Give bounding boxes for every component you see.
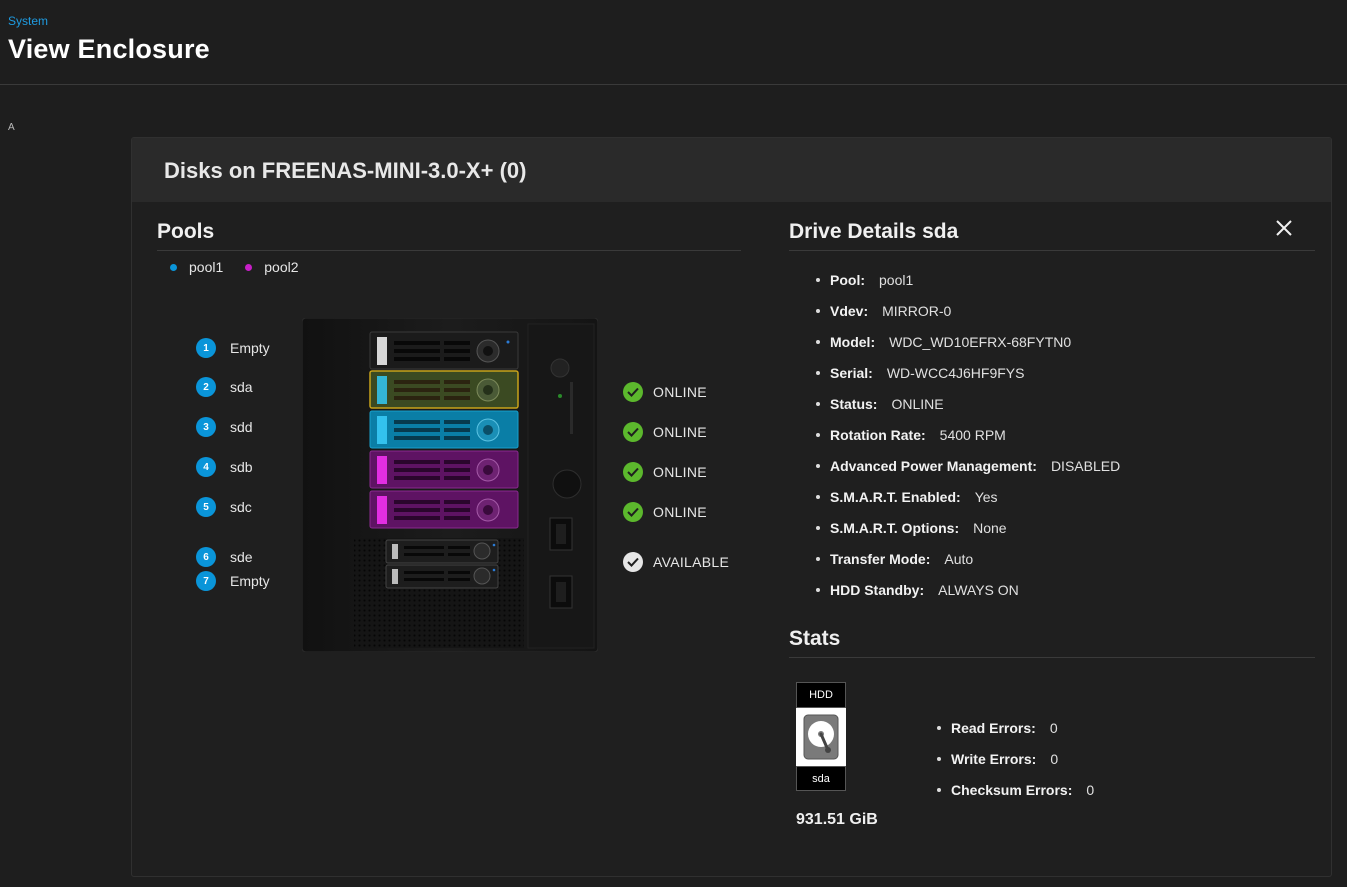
hdd-thumbnail: HDD sda: [796, 682, 846, 791]
slot-disk-name: sdb: [230, 459, 253, 475]
slot-number-badge: 7: [196, 571, 216, 591]
card-header: Disks on FREENAS-MINI-3.0-X+ (0): [132, 138, 1331, 202]
legend-label: pool1: [189, 259, 224, 275]
title-divider: [0, 84, 1347, 85]
slot-disk-name: Empty: [230, 340, 270, 356]
drive-bay-5: [369, 490, 519, 529]
check-circle-icon: [623, 502, 643, 522]
drive-bay-3: [369, 410, 519, 449]
card-title: Disks on FREENAS-MINI-3.0-X+ (0): [164, 158, 527, 183]
drive-bay-7: [385, 564, 499, 589]
slot-disk-name: sde: [230, 549, 253, 565]
legend-item-pool1[interactable]: pool1: [170, 259, 223, 275]
detail-smart-options: S.M.A.R.T. Options: None: [816, 513, 1120, 544]
pools-divider: [157, 250, 741, 251]
check-circle-icon: [623, 422, 643, 442]
stat-write-errors: Write Errors: 0: [937, 743, 1094, 774]
slot-label-4[interactable]: 4 sdb: [196, 457, 253, 477]
status-slot-2: ONLINE: [623, 382, 707, 402]
drive-details-list: Pool: pool1 Vdev: MIRROR-0 Model: WDC_WD10E…: [816, 264, 1120, 606]
slot-disk-name: sdc: [230, 499, 252, 515]
status-slot-6: AVAILABLE: [623, 552, 729, 572]
slot-label-6[interactable]: 6 sde: [196, 547, 253, 567]
pool1-dot-icon: [170, 263, 177, 271]
stray-label: A: [8, 122, 15, 133]
hdd-type-label: HDD: [796, 682, 846, 708]
status-slot-4: ONLINE: [623, 462, 707, 482]
slot-label-7[interactable]: 7 Empty: [196, 571, 270, 591]
disk-capacity: 931.51 GiB: [796, 811, 878, 828]
check-circle-icon: [623, 462, 643, 482]
slot-disk-name: sdd: [230, 419, 253, 435]
stat-read-errors: Read Errors: 0: [937, 712, 1094, 743]
status-label: ONLINE: [653, 424, 707, 440]
close-button[interactable]: [1272, 216, 1296, 240]
pool-legend: pool1 pool2: [170, 259, 299, 275]
slot-number-badge: 3: [196, 417, 216, 437]
slot-number-badge: 4: [196, 457, 216, 477]
legend-label: pool2: [264, 259, 299, 275]
slot-label-5[interactable]: 5 sdc: [196, 497, 252, 517]
drive-bay-4: [369, 450, 519, 489]
slot-number-badge: 2: [196, 377, 216, 397]
status-label: ONLINE: [653, 384, 707, 400]
status-label: ONLINE: [653, 504, 707, 520]
enclosure-chassis-image: [302, 318, 598, 652]
slot-label-3[interactable]: 3 sdd: [196, 417, 253, 437]
status-slot-3: ONLINE: [623, 422, 707, 442]
drive-details-heading: Drive Details sda: [789, 220, 959, 243]
check-circle-icon: [623, 552, 643, 572]
drive-details-divider: [789, 250, 1315, 251]
detail-transfer-mode: Transfer Mode: Auto: [816, 544, 1120, 575]
stats-divider: [789, 657, 1315, 658]
slot-label-2[interactable]: 2 sda: [196, 377, 253, 397]
stats-list: Read Errors: 0 Write Errors: 0 Checksum Er…: [937, 712, 1094, 805]
hard-drive-icon: [796, 708, 846, 766]
detail-rotation-rate: Rotation Rate: 5400 RPM: [816, 419, 1120, 450]
slot-number-badge: 6: [196, 547, 216, 567]
stats-heading: Stats: [789, 627, 841, 650]
slot-label-1[interactable]: 1 Empty: [196, 338, 270, 358]
slot-disk-name: Empty: [230, 573, 270, 589]
pool2-dot-icon: [245, 263, 253, 271]
detail-model: Model: WDC_WD10EFRX-68FYTN0: [816, 326, 1120, 357]
legend-item-pool2[interactable]: pool2: [245, 259, 299, 275]
enclosure-card: Disks on FREENAS-MINI-3.0-X+ (0) Pools p…: [131, 137, 1332, 877]
detail-serial: Serial: WD-WCC4J6HF9FYS: [816, 357, 1120, 388]
detail-smart-enabled: S.M.A.R.T. Enabled: Yes: [816, 482, 1120, 513]
page-title: View Enclosure: [8, 34, 210, 64]
detail-power-management: Advanced Power Management: DISABLED: [816, 451, 1120, 482]
slot-number-badge: 1: [196, 338, 216, 358]
slot-disk-name: sda: [230, 379, 253, 395]
detail-vdev: Vdev: MIRROR-0: [816, 295, 1120, 326]
detail-pool: Pool: pool1: [816, 264, 1120, 295]
close-icon: [1276, 220, 1292, 236]
pools-heading: Pools: [157, 220, 215, 243]
status-label: ONLINE: [653, 464, 707, 480]
drive-bay-1: [369, 331, 519, 370]
stat-checksum-errors: Checksum Errors: 0: [937, 774, 1094, 805]
status-label: AVAILABLE: [653, 554, 730, 570]
check-circle-icon: [623, 382, 643, 402]
drive-bay-2: [369, 370, 519, 409]
detail-hdd-standby: HDD Standby: ALWAYS ON: [816, 575, 1120, 606]
breadcrumb[interactable]: System: [8, 14, 48, 28]
drive-bay-6: [385, 539, 499, 564]
slot-number-badge: 5: [196, 497, 216, 517]
hdd-name-label: sda: [796, 766, 846, 791]
detail-status: Status: ONLINE: [816, 388, 1120, 419]
status-slot-5: ONLINE: [623, 502, 707, 522]
